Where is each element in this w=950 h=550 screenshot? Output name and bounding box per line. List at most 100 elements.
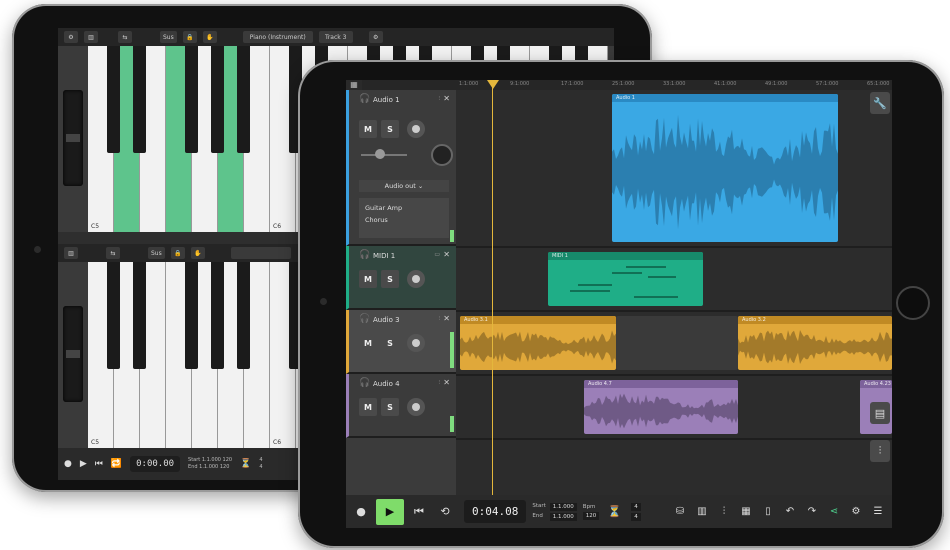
play-button[interactable]: ▶ bbox=[376, 498, 404, 525]
mute-button[interactable]: M bbox=[359, 334, 377, 352]
black-key[interactable] bbox=[107, 262, 120, 369]
track-settings-icon[interactable]: ▤ bbox=[870, 402, 890, 424]
loop-icon[interactable]: 🔁 bbox=[111, 459, 122, 469]
home-button[interactable] bbox=[896, 286, 930, 320]
gear-icon[interactable]: ⚙ bbox=[64, 31, 78, 43]
share-icon[interactable]: ⋖ bbox=[824, 501, 844, 523]
effect-item[interactable]: Chorus bbox=[365, 214, 443, 226]
black-key[interactable] bbox=[211, 262, 224, 369]
gear-icon[interactable]: ⚙ bbox=[846, 501, 866, 523]
start-end-display[interactable]: Start 1.1.000 End 1.1.000 bbox=[532, 502, 577, 521]
black-key[interactable] bbox=[107, 46, 120, 153]
black-key[interactable] bbox=[185, 46, 198, 153]
black-key[interactable] bbox=[133, 262, 146, 369]
record-arm-button[interactable] bbox=[407, 270, 425, 288]
midi-region[interactable]: MIDI 1 bbox=[548, 252, 703, 306]
track-header-midi-1[interactable]: 🎧 MIDI 1 ▭ ✕ M S bbox=[346, 246, 456, 310]
settings-icon[interactable]: ⚙ bbox=[368, 31, 383, 43]
timeline-ruler[interactable]: ▦ 1:1:000 9:1:000 17:1:000 25:1:000 33:1… bbox=[346, 80, 892, 90]
octave-label: C6 bbox=[273, 439, 282, 446]
record-arm-button[interactable] bbox=[407, 334, 425, 352]
pitch-wheel[interactable] bbox=[63, 306, 83, 402]
undo-icon[interactable]: ↶ bbox=[780, 501, 800, 523]
ruler-label: 1:1:000 bbox=[459, 81, 479, 87]
lock-icon[interactable]: 🔒 bbox=[170, 247, 185, 259]
playhead[interactable] bbox=[492, 80, 493, 495]
ruler-label: 41:1:000 bbox=[714, 81, 737, 87]
daw-screen: ▦ 1:1:000 9:1:000 17:1:000 25:1:000 33:1… bbox=[346, 80, 892, 528]
rewind-icon[interactable]: ⏮ bbox=[95, 459, 103, 469]
track-header-audio-4[interactable]: 🎧 Audio 4 ⫶ ✕ M S bbox=[346, 374, 456, 438]
play-icon[interactable]: ▶ bbox=[80, 459, 87, 469]
grid-icon[interactable]: ▦ bbox=[346, 80, 362, 90]
black-key[interactable] bbox=[133, 46, 146, 153]
mixer-icon[interactable]: ⫶ bbox=[870, 440, 890, 462]
solo-button[interactable]: S bbox=[381, 334, 399, 352]
instrument-selector[interactable]: Piano (Instrument) bbox=[242, 31, 313, 43]
close-icon[interactable]: ✕ bbox=[443, 94, 450, 103]
loop-icon[interactable]: ⟲ bbox=[434, 501, 456, 523]
record-icon[interactable]: ● bbox=[64, 459, 72, 469]
keyboard-icon[interactable]: ▥ bbox=[84, 31, 98, 43]
hand-icon[interactable]: ✋ bbox=[190, 247, 205, 259]
pan-knob[interactable] bbox=[431, 144, 453, 166]
sustain-button[interactable]: Sus bbox=[148, 247, 165, 259]
black-key[interactable] bbox=[211, 46, 224, 153]
file-icon[interactable]: ▯ bbox=[758, 501, 778, 523]
rewind-icon[interactable]: ⏮ bbox=[408, 501, 430, 523]
audio-region[interactable]: Audio 4.7 bbox=[584, 380, 738, 434]
mute-button[interactable]: M bbox=[359, 398, 377, 416]
headphones-icon[interactable]: 🎧 bbox=[359, 94, 370, 104]
volume-slider-handle[interactable] bbox=[375, 149, 385, 159]
black-key[interactable] bbox=[237, 262, 250, 369]
time-signature[interactable]: 4 4 bbox=[259, 457, 262, 471]
audio-region[interactable]: Audio 3.1 bbox=[460, 316, 616, 370]
close-icon[interactable]: ✕ bbox=[443, 314, 450, 323]
headphones-icon[interactable]: 🎧 bbox=[359, 378, 370, 388]
database-icon[interactable]: ⛁ bbox=[670, 501, 690, 523]
track-header-audio-3[interactable]: 🎧 Audio 3 ⫶ ✕ M S bbox=[346, 310, 456, 374]
swap-icon[interactable]: ⇆ bbox=[106, 247, 120, 259]
record-arm-button[interactable] bbox=[407, 398, 425, 416]
audio-region[interactable]: Audio 1 bbox=[612, 94, 838, 242]
track-selector[interactable]: Track 3 bbox=[318, 31, 353, 43]
metronome-icon[interactable]: ⏳ bbox=[240, 459, 251, 469]
black-key[interactable] bbox=[237, 46, 250, 153]
pitch-wheel[interactable] bbox=[63, 90, 83, 186]
levels-icon[interactable]: ▦ bbox=[736, 501, 756, 523]
record-arm-button[interactable] bbox=[407, 120, 425, 138]
hand-icon[interactable]: ✋ bbox=[202, 31, 217, 43]
tempo-display[interactable]: Bpm 120 bbox=[582, 504, 600, 520]
close-icon[interactable]: ✕ bbox=[443, 378, 450, 387]
headphones-icon[interactable]: 🎧 bbox=[359, 250, 370, 260]
solo-button[interactable]: S bbox=[381, 270, 399, 288]
headphones-icon[interactable]: 🎧 bbox=[359, 314, 370, 324]
menu-icon[interactable]: ☰ bbox=[868, 501, 888, 523]
time-signature[interactable]: 44 bbox=[631, 502, 641, 521]
track-name: Audio 4 bbox=[373, 380, 400, 388]
effect-item[interactable]: Guitar Amp bbox=[365, 202, 443, 214]
track-header-audio-1[interactable]: 🎧 Audio 1 ⫶ ✕ M S Audio out ⌄ Guitar Amp… bbox=[346, 90, 456, 246]
piano-icon[interactable]: ▥ bbox=[692, 501, 712, 523]
mute-button[interactable]: M bbox=[359, 120, 377, 138]
swap-icon[interactable]: ⇆ bbox=[118, 31, 132, 43]
instrument-selector[interactable] bbox=[230, 247, 291, 259]
solo-button[interactable]: S bbox=[381, 120, 399, 138]
arrangement-area[interactable]: Audio 1 MIDI 1 Audio 3.1 Audio 3.2 Audio… bbox=[456, 90, 892, 495]
keyboard-icon[interactable]: ▥ bbox=[64, 247, 78, 259]
metronome-icon[interactable]: ⏳ bbox=[603, 501, 625, 523]
black-key[interactable] bbox=[185, 262, 198, 369]
close-icon[interactable]: ✕ bbox=[443, 250, 450, 259]
lock-icon[interactable]: 🔒 bbox=[182, 31, 197, 43]
record-icon[interactable]: ● bbox=[350, 501, 372, 523]
sustain-button[interactable]: Sus bbox=[160, 31, 177, 43]
redo-icon[interactable]: ↷ bbox=[802, 501, 822, 523]
playhead-handle[interactable] bbox=[487, 80, 499, 89]
audio-region[interactable]: Audio 3.2 bbox=[738, 316, 892, 370]
mute-button[interactable]: M bbox=[359, 270, 377, 288]
effects-list[interactable]: Guitar Amp Chorus bbox=[359, 198, 449, 238]
wrench-icon[interactable]: 🔧 bbox=[870, 92, 890, 114]
mixer-icon[interactable]: ⫶ bbox=[714, 501, 734, 523]
output-selector[interactable]: Audio out ⌄ bbox=[359, 180, 449, 192]
solo-button[interactable]: S bbox=[381, 398, 399, 416]
